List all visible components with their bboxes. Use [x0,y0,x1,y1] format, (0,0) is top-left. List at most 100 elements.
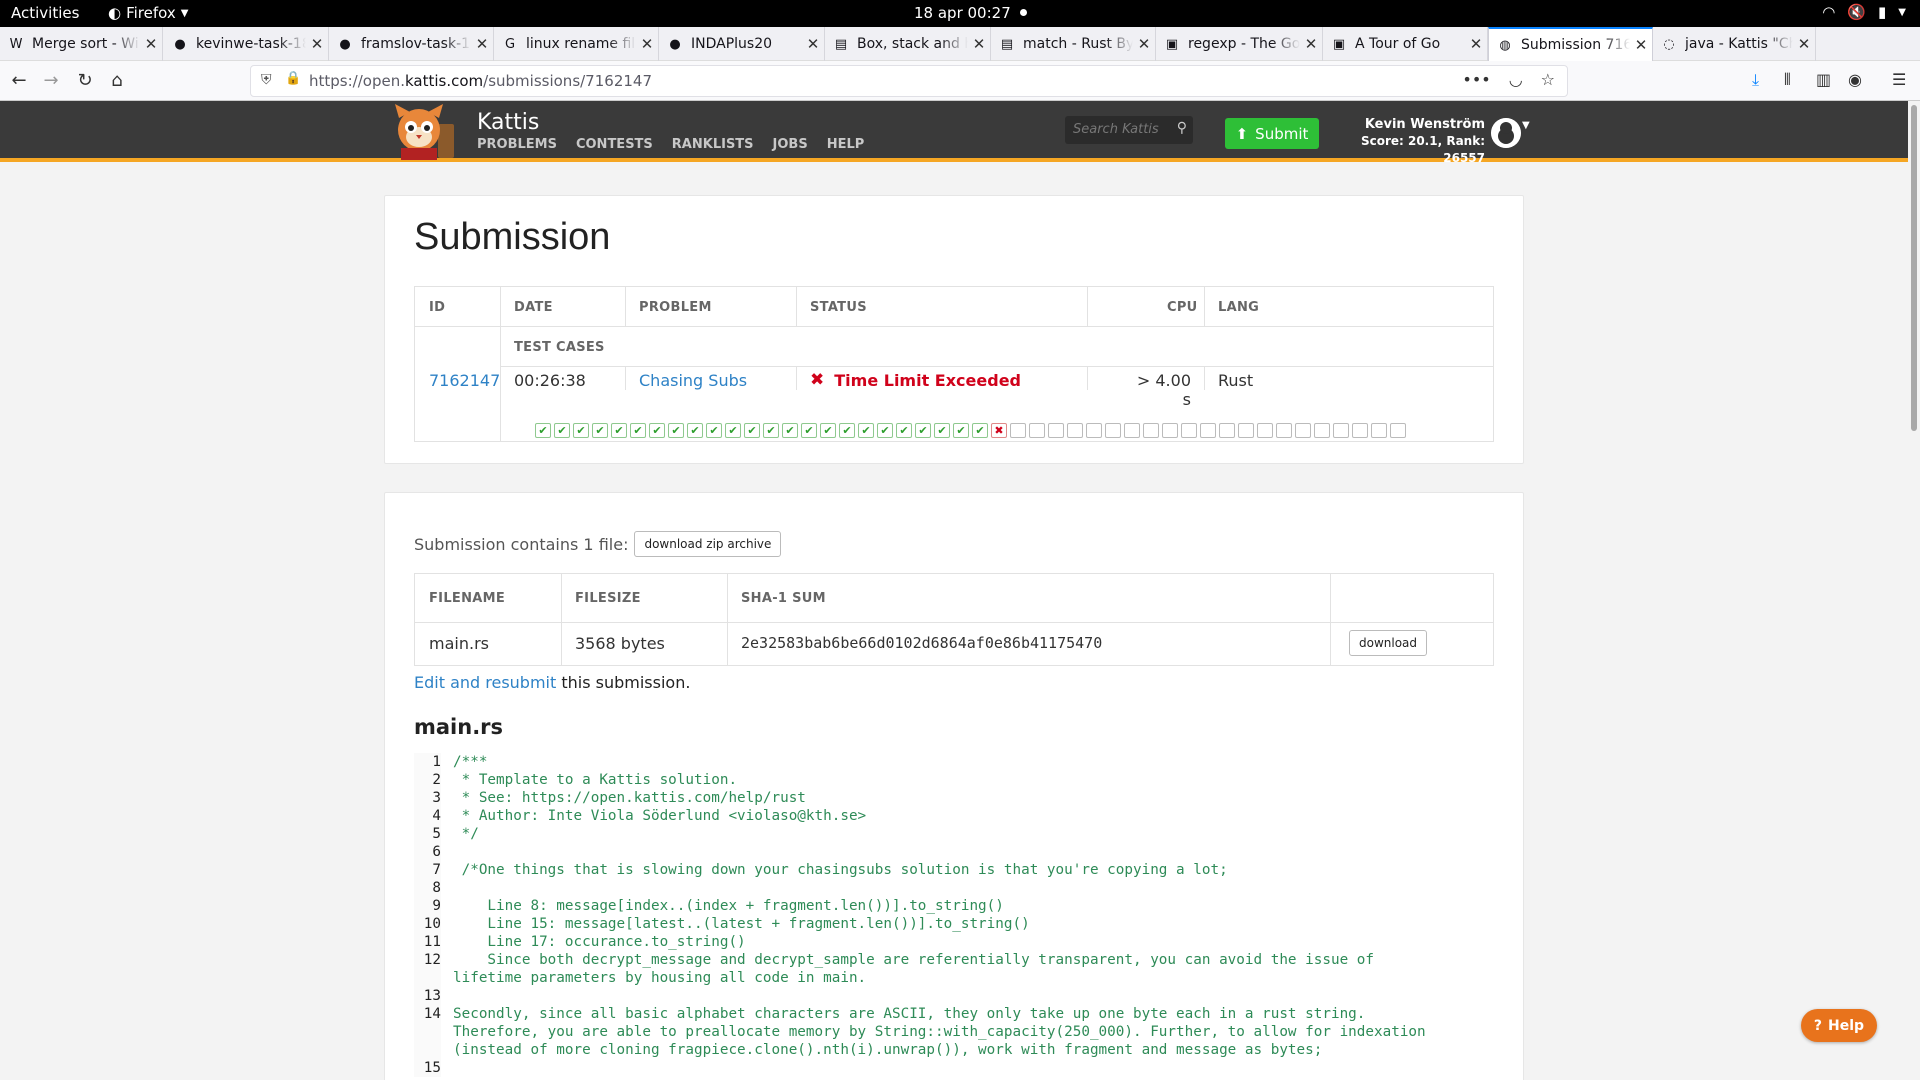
activities-button[interactable]: Activities [11,4,79,22]
search-icon[interactable]: ⚲ [1177,120,1187,136]
app-menu[interactable]: ◐ Firefox ▼ [108,4,188,22]
test-case-not-run[interactable] [1333,423,1349,438]
brand-name[interactable]: Kattis [477,110,539,135]
bookmark-star-icon[interactable]: ☆ [1541,70,1555,89]
tab-1[interactable]: ● kevinwe-task-18 ✕ [164,27,329,61]
test-case-not-run[interactable] [1067,423,1083,438]
close-tab-icon[interactable]: ✕ [471,35,493,53]
help-button[interactable]: ? Help [1801,1009,1877,1042]
download-file-button[interactable]: download [1349,630,1428,656]
nav-contests[interactable]: CONTESTS [576,137,653,152]
test-case-not-run[interactable] [1390,423,1406,438]
close-tab-icon[interactable]: ✕ [1465,35,1487,53]
close-tab-icon[interactable]: ✕ [968,35,990,53]
test-case-passed[interactable]: ✔ [725,423,741,438]
close-tab-icon[interactable]: ✕ [1793,35,1815,53]
test-case-passed[interactable]: ✔ [858,423,874,438]
test-case-not-run[interactable] [1314,423,1330,438]
test-case-passed[interactable]: ✔ [649,423,665,438]
test-case-failed[interactable]: ✖ [991,423,1007,438]
tab-7[interactable]: ▣ regexp - The Go Programming Language✕ [1156,27,1323,61]
test-case-passed[interactable]: ✔ [972,423,988,438]
tab-8[interactable]: ▣ A Tour of Go ✕ [1323,27,1488,61]
test-case-passed[interactable]: ✔ [630,423,646,438]
scrollbar[interactable] [1908,101,1920,1080]
forward-button[interactable]: → [40,70,62,91]
test-case-passed[interactable]: ✔ [611,423,627,438]
tracking-protection-icon[interactable]: ⛨ [261,72,272,88]
test-case-passed[interactable]: ✔ [877,423,893,438]
clock[interactable]: 18 apr 00:27 [914,4,1011,22]
home-button[interactable]: ⌂ [106,70,128,91]
tab-2[interactable]: ● framslov-task-18 ✕ [329,27,494,61]
submit-button[interactable]: ⬆ Submit [1225,118,1319,149]
test-case-passed[interactable]: ✔ [801,423,817,438]
test-case-not-run[interactable] [1371,423,1387,438]
tab-5[interactable]: ▤ Box, stack and heap✕ [825,27,991,61]
reload-button[interactable]: ↻ [74,70,96,91]
kattis-logo[interactable] [383,104,467,160]
close-tab-icon[interactable]: ✕ [306,35,328,53]
test-case-passed[interactable]: ✔ [687,423,703,438]
test-case-not-run[interactable] [1200,423,1216,438]
scrollbar-thumb[interactable] [1911,105,1917,431]
test-case-not-run[interactable] [1295,423,1311,438]
downloads-icon[interactable]: ⤓ [1752,70,1759,90]
account-icon[interactable]: ◉ [1848,70,1862,89]
test-case-passed[interactable]: ✔ [763,423,779,438]
test-case-passed[interactable]: ✔ [668,423,684,438]
test-case-passed[interactable]: ✔ [706,423,722,438]
url-text[interactable]: https://open.kattis.com/submissions/7162… [309,72,652,90]
test-case-passed[interactable]: ✔ [934,423,950,438]
system-tray[interactable]: ◠ 🔇 ▮ ▼ [1822,3,1906,21]
test-case-not-run[interactable] [1276,423,1292,438]
test-case-passed[interactable]: ✔ [896,423,912,438]
close-tab-icon[interactable]: ✕ [1133,35,1155,53]
library-icon[interactable]: ⫴ [1784,70,1791,90]
tab-10[interactable]: ◌ java - Kattis "Chasing Subs"✕ [1653,27,1816,61]
pocket-icon[interactable]: ◡ [1509,70,1523,89]
nav-ranklists[interactable]: RANKLISTS [672,137,754,152]
tab-3[interactable]: Glinux rename file ✕ [494,27,659,61]
test-case-passed[interactable]: ✔ [782,423,798,438]
submission-id-link[interactable]: 7162147 [429,371,500,390]
test-case-not-run[interactable] [1219,423,1235,438]
search-input[interactable] [1073,122,1169,137]
test-case-not-run[interactable] [1086,423,1102,438]
test-case-not-run[interactable] [1143,423,1159,438]
test-case-passed[interactable]: ✔ [953,423,969,438]
user-info[interactable]: Kevin Wenström Score: 20.1, Rank: 26557 [1325,116,1485,167]
download-zip-button[interactable]: download zip archive [634,531,782,557]
test-case-not-run[interactable] [1238,423,1254,438]
test-case-passed[interactable]: ✔ [573,423,589,438]
page-actions-icon[interactable]: ••• [1462,70,1490,89]
test-case-not-run[interactable] [1162,423,1178,438]
edit-resubmit-link[interactable]: Edit and resubmit [414,673,556,692]
address-bar[interactable]: ⛨ 🔒 https://open.kattis.com/submissions/… [250,65,1568,97]
test-case-not-run[interactable] [1181,423,1197,438]
test-case-not-run[interactable] [1352,423,1368,438]
nav-problems[interactable]: PROBLEMS [477,137,557,152]
test-case-not-run[interactable] [1048,423,1064,438]
nav-help[interactable]: HELP [827,137,865,152]
test-case-not-run[interactable] [1105,423,1121,438]
test-case-passed[interactable]: ✔ [839,423,855,438]
test-case-passed[interactable]: ✔ [535,423,551,438]
nav-jobs[interactable]: JOBS [773,137,808,152]
test-case-passed[interactable]: ✔ [592,423,608,438]
tab-6[interactable]: ▤ match - Rust By Example✕ [991,27,1156,61]
close-tab-icon[interactable]: ✕ [140,35,162,53]
lock-icon[interactable]: 🔒 [285,71,301,86]
tab-9[interactable]: ◍ Submission 7162147✕ [1488,27,1653,61]
user-menu-caret-icon[interactable]: ▼ [1522,120,1530,131]
test-case-passed[interactable]: ✔ [554,423,570,438]
test-case-passed[interactable]: ✔ [744,423,760,438]
test-case-passed[interactable]: ✔ [915,423,931,438]
tab-0[interactable]: W Merge sort - Wikipedia✕ [0,27,163,61]
close-tab-icon[interactable]: ✕ [1300,35,1322,53]
test-case-not-run[interactable] [1124,423,1140,438]
avatar[interactable] [1491,118,1521,148]
close-tab-icon[interactable]: ✕ [1630,36,1652,54]
sidebar-icon[interactable]: ▥ [1816,70,1831,89]
test-case-not-run[interactable] [1010,423,1026,438]
